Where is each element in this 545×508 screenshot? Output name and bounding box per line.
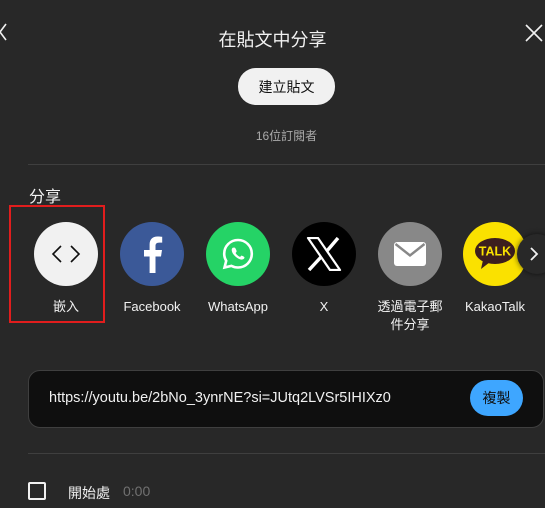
share-kakaotalk-label: KakaoTalk [465, 299, 525, 314]
x-icon [292, 222, 356, 286]
start-at-label: 開始處 [68, 485, 110, 501]
kakaotalk-badge: TALK [479, 245, 511, 259]
chevron-right-icon [530, 247, 539, 261]
share-facebook[interactable]: Facebook [107, 222, 197, 316]
embed-code-icon [34, 222, 98, 286]
divider [28, 164, 545, 165]
copy-button[interactable]: 複製 [470, 380, 523, 416]
share-whatsapp[interactable]: WhatsApp [193, 222, 283, 316]
share-heading: 分享 [29, 189, 62, 206]
dialog-title: 在貼文中分享 [218, 30, 327, 50]
subscriber-count: 16位訂閱者 [255, 129, 318, 143]
share-embed[interactable]: 嵌入 [21, 222, 111, 316]
share-facebook-label: Facebook [123, 299, 181, 314]
start-at-checkbox[interactable] [28, 482, 46, 500]
share-x-label: X [319, 299, 329, 314]
share-email[interactable]: 透過電子郵 件分享 [365, 222, 455, 334]
share-x[interactable]: X [279, 222, 369, 316]
email-icon [378, 222, 442, 286]
share-whatsapp-label: WhatsApp [208, 299, 268, 314]
share-email-label: 透過電子郵 件分享 [377, 299, 443, 332]
share-embed-label: 嵌入 [52, 299, 79, 314]
create-post-button[interactable]: 建立貼文 [238, 68, 335, 105]
whatsapp-icon [206, 222, 270, 286]
share-url-text[interactable]: https://youtu.be/2bNo_3ynrNE?si=JUtq2LVS… [49, 390, 391, 406]
close-icon[interactable] [523, 22, 545, 44]
divider [28, 453, 545, 454]
facebook-icon [120, 222, 184, 286]
share-url-box: https://youtu.be/2bNo_3ynrNE?si=JUtq2LVS… [28, 370, 544, 428]
start-at-time: 0:00 [123, 483, 151, 499]
